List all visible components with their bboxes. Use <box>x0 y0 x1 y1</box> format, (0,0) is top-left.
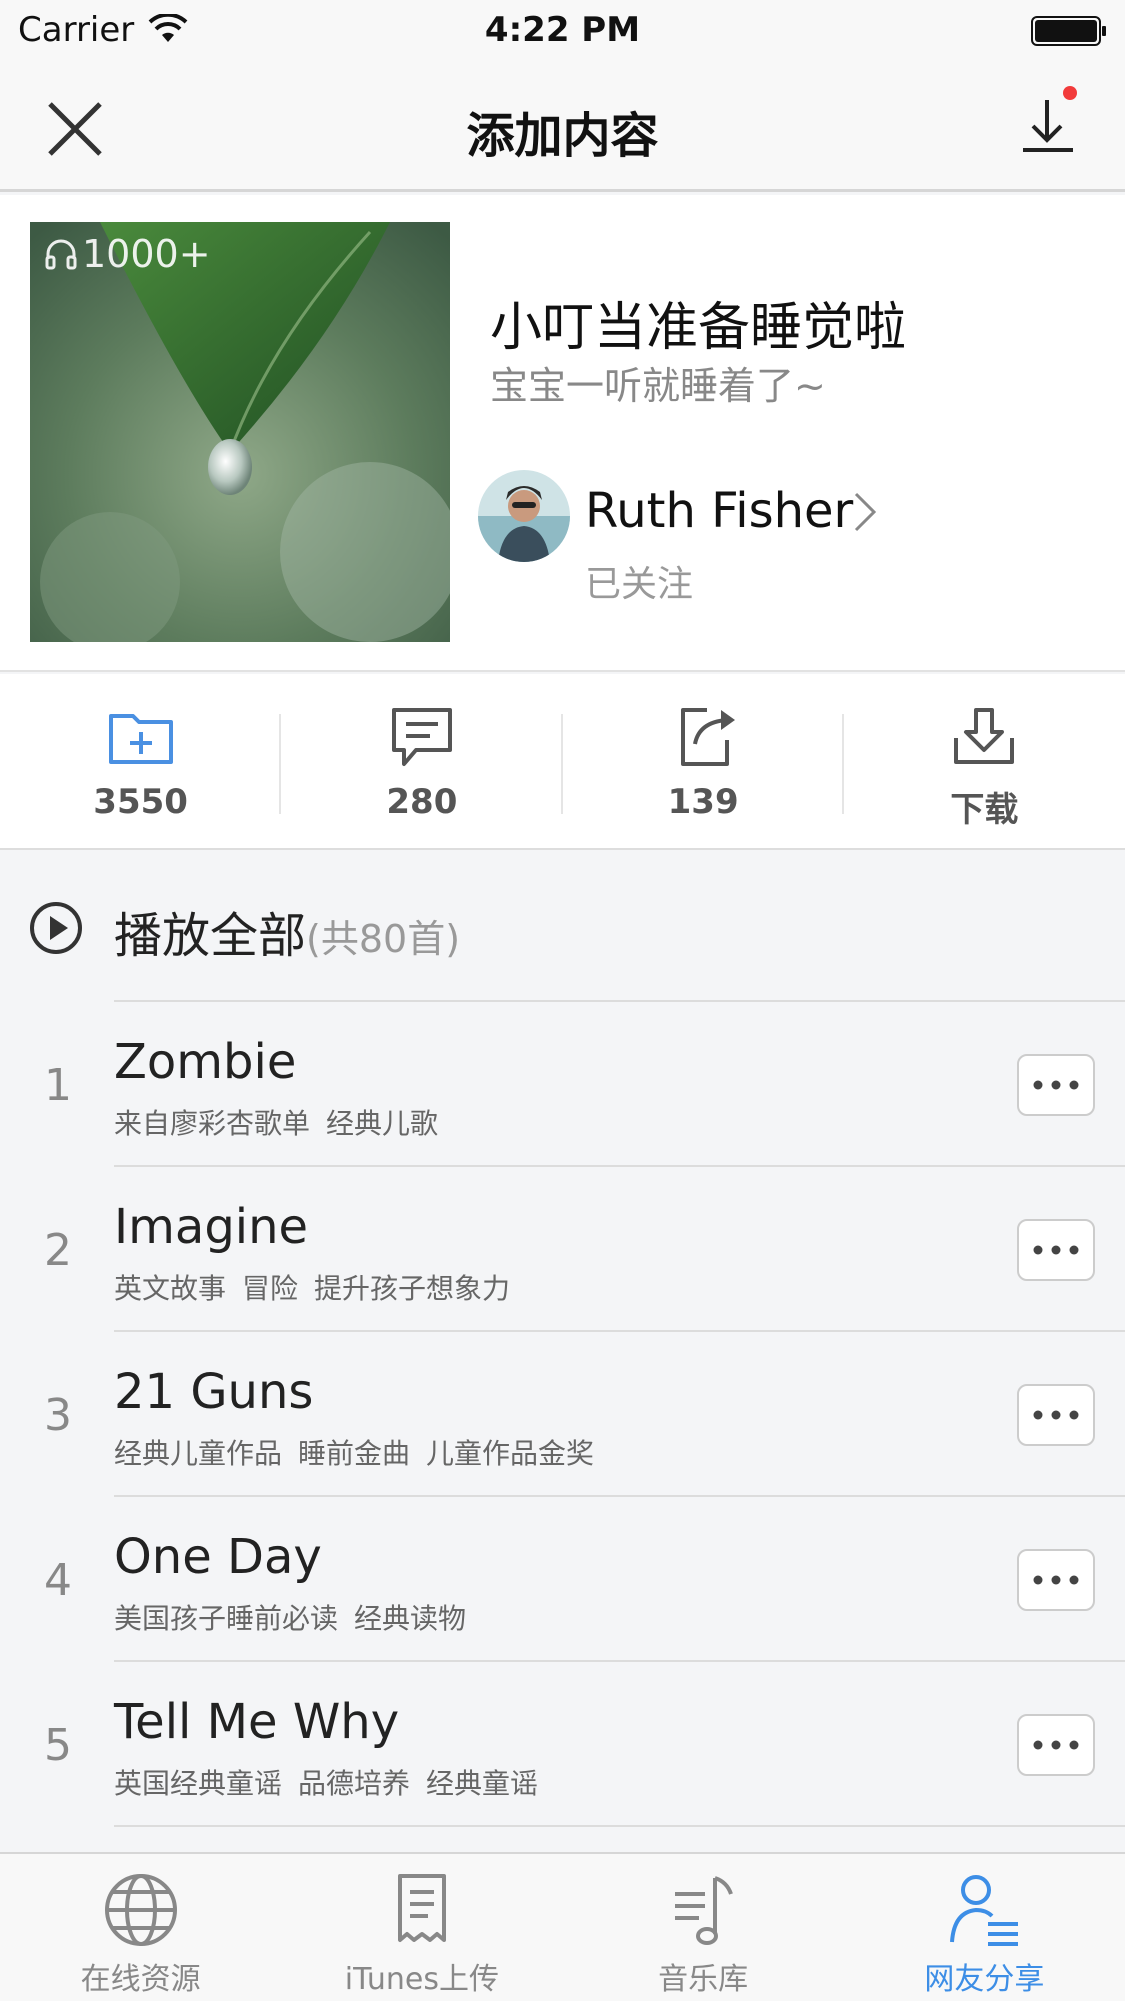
play-circle-icon[interactable] <box>28 900 84 956</box>
nav-bar: 添加内容 <box>0 60 1125 192</box>
track-tag: 品德培养 <box>298 1767 411 1800</box>
more-dots-icon <box>1033 1245 1079 1255</box>
track-tags: 英文故事 冒险 提升孩子想象力 <box>114 1267 526 1307</box>
tab-itunes-upload[interactable]: iTunes上传 <box>281 1854 562 2001</box>
globe-icon <box>104 1874 177 1946</box>
track-tag: 冒险 <box>242 1272 299 1305</box>
receipt-icon <box>397 1874 446 1942</box>
track-tag: 经典读物 <box>354 1602 467 1635</box>
track-tag: 经典儿童作品 <box>114 1437 283 1470</box>
tab-user-share[interactable]: 网友分享 <box>844 1854 1125 2001</box>
more-dots-icon <box>1033 1740 1079 1750</box>
download-icon <box>954 708 1015 764</box>
track-row[interactable]: 4 One Day 美国孩子睡前必读 经典读物 <box>0 1497 1125 1662</box>
status-bar: Carrier 4:22 PM <box>0 0 1125 60</box>
follow-status[interactable]: 已关注 <box>585 555 693 607</box>
track-tag: 经典儿歌 <box>326 1107 439 1140</box>
more-dots-icon <box>1033 1410 1079 1420</box>
comment-count: 280 <box>386 782 458 822</box>
track-tag: 经典童谣 <box>426 1767 539 1800</box>
play-all-row[interactable]: 播放全部(共80首) <box>0 850 1125 1002</box>
avatar[interactable] <box>478 470 570 562</box>
track-title: Zombie <box>114 1034 297 1090</box>
add-folder-icon <box>108 714 173 764</box>
tab-label: iTunes上传 <box>344 1962 499 1997</box>
track-index: 5 <box>44 1720 72 1771</box>
more-button[interactable] <box>1017 1549 1095 1611</box>
play-count-value: 1000+ <box>82 232 211 276</box>
tab-bar: 在线资源 iTunes上传 音乐库 网友分享 <box>0 1852 1125 2001</box>
track-tag: 睡前金曲 <box>298 1437 411 1470</box>
tab-label: 音乐库 <box>658 1962 749 1997</box>
comment-icon <box>391 708 452 766</box>
more-button[interactable] <box>1017 1054 1095 1116</box>
share-count: 139 <box>667 782 739 822</box>
track-tag: 英国经典童谣 <box>114 1767 283 1800</box>
more-dots-icon <box>1033 1080 1079 1090</box>
share-action[interactable]: 139 <box>563 674 844 848</box>
user-share-icon <box>950 1875 1019 1946</box>
headphone-icon <box>45 239 77 270</box>
track-list: 1 Zombie 来自廖彩杏歌单 经典儿歌 2 Imagine 英文故事 冒险 提升孩… <box>0 1002 1125 1827</box>
leaf-cover-image <box>30 222 450 642</box>
tab-online-resources[interactable]: 在线资源 <box>0 1854 281 2001</box>
album-title: 小叮当准备睡觉啦 <box>490 298 907 358</box>
tab-label: 在线资源 <box>80 1962 201 1997</box>
comment-action[interactable]: 280 <box>281 674 563 848</box>
track-tag: 儿童作品金奖 <box>426 1437 595 1470</box>
play-count: 1000+ <box>44 232 211 276</box>
collect-action[interactable]: 3550 <box>0 674 282 848</box>
more-button[interactable] <box>1017 1384 1095 1446</box>
track-tag: 美国孩子睡前必读 <box>114 1602 339 1635</box>
action-stats-row: 3550 280 139 下载 <box>0 674 1125 850</box>
track-row[interactable]: 5 Tell Me Why 英国经典童谣 品德培养 经典童谣 <box>0 1662 1125 1827</box>
track-title: Tell Me Why <box>114 1694 400 1750</box>
download-action[interactable]: 下载 <box>844 674 1125 848</box>
download-label: 下载 <box>950 790 1019 830</box>
album-header: 1000+ 小叮当准备睡觉啦 宝宝一听就睡着了~ Ruth Fisher 已关注 <box>0 195 1125 672</box>
share-icon <box>681 708 736 766</box>
track-title: 21 Guns <box>114 1364 314 1420</box>
more-button[interactable] <box>1017 1714 1095 1776</box>
track-row[interactable]: 1 Zombie 来自廖彩杏歌单 经典儿歌 <box>0 1002 1125 1167</box>
more-button[interactable] <box>1017 1219 1095 1281</box>
track-tags: 经典儿童作品 睡前金曲 儿童作品金奖 <box>114 1432 610 1472</box>
tab-music-library[interactable]: 音乐库 <box>563 1854 844 2001</box>
track-tags: 来自廖彩杏歌单 经典儿歌 <box>114 1102 454 1142</box>
notification-dot <box>1063 86 1077 100</box>
track-index: 2 <box>44 1225 72 1276</box>
track-total: (共80首) <box>306 917 461 961</box>
status-time: 4:22 PM <box>484 10 641 50</box>
track-index: 3 <box>44 1390 72 1441</box>
play-all-label[interactable]: 播放全部(共80首) <box>114 896 460 966</box>
track-tag: 提升孩子想象力 <box>314 1272 511 1305</box>
play-all-text: 播放全部 <box>114 908 307 964</box>
author-avatar-image <box>478 470 570 562</box>
track-index: 4 <box>44 1555 72 1606</box>
album-subtitle: 宝宝一听就睡着了~ <box>490 364 826 408</box>
page-title: 添加内容 <box>466 108 659 164</box>
track-title: One Day <box>114 1529 322 1585</box>
tab-label: 网友分享 <box>924 1962 1045 1997</box>
chevron-right-icon[interactable] <box>850 490 880 534</box>
album-cover[interactable]: 1000+ <box>30 222 450 642</box>
collect-count: 3550 <box>93 782 188 822</box>
more-dots-icon <box>1033 1575 1079 1585</box>
battery-icon <box>1031 16 1106 46</box>
author-name[interactable]: Ruth Fisher <box>585 483 853 539</box>
track-tag: 来自廖彩杏歌单 <box>114 1107 311 1140</box>
track-row[interactable]: 3 21 Guns 经典儿童作品 睡前金曲 儿童作品金奖 <box>0 1332 1125 1497</box>
track-index: 1 <box>44 1060 72 1111</box>
track-tags: 英国经典童谣 品德培养 经典童谣 <box>114 1762 554 1802</box>
divider <box>114 1825 1125 1827</box>
track-title: Imagine <box>114 1199 309 1255</box>
track-tag: 英文故事 <box>114 1272 227 1305</box>
music-library-icon <box>675 1876 734 1945</box>
track-tags: 美国孩子睡前必读 经典读物 <box>114 1597 482 1637</box>
track-row[interactable]: 2 Imagine 英文故事 冒险 提升孩子想象力 <box>0 1167 1125 1332</box>
